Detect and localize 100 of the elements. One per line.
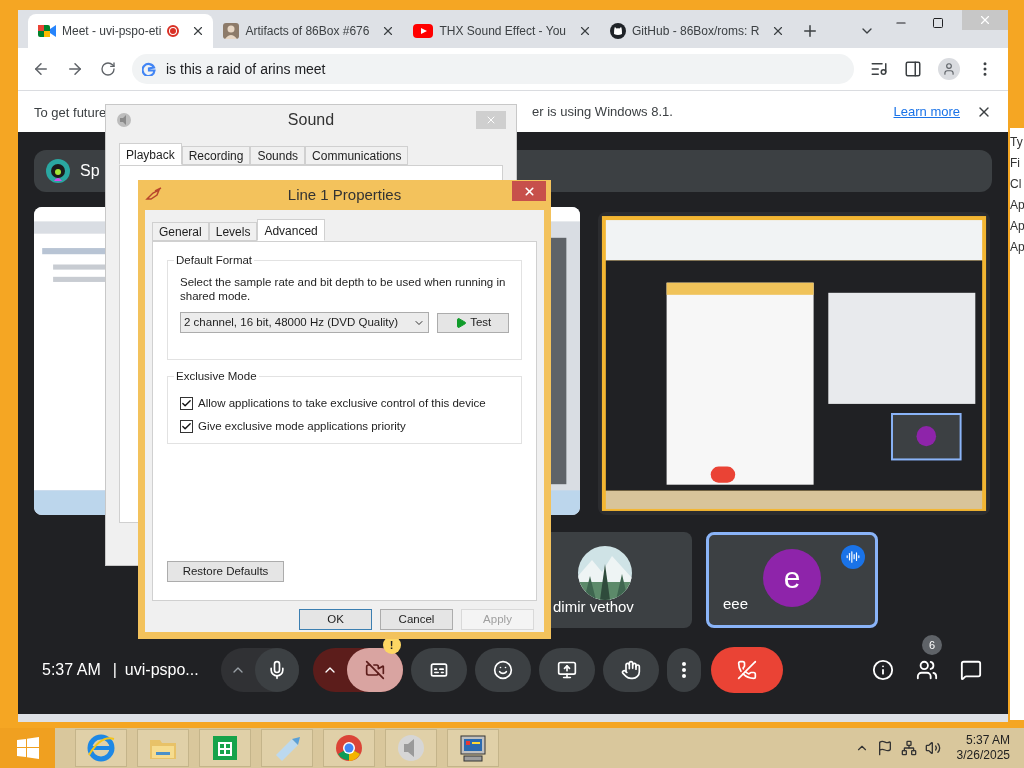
flag-icon[interactable] xyxy=(876,740,893,756)
browser-tab[interactable]: Meet - uvi-pspo-eti xyxy=(28,14,214,48)
taskbar-button[interactable] xyxy=(447,729,499,767)
info-message: er is using Windows 8.1. xyxy=(532,102,673,121)
dialog-tab[interactable]: Levels xyxy=(208,222,258,241)
checkbox-label: Allow applications to take exclusive control of this device xyxy=(198,396,486,411)
present-button[interactable] xyxy=(538,648,595,692)
people-icon[interactable] xyxy=(916,659,938,681)
separator: | xyxy=(112,660,117,680)
phone-icon xyxy=(736,660,757,680)
speaker-icon xyxy=(396,733,426,763)
chrome-icon xyxy=(334,733,364,763)
present-icon xyxy=(556,660,577,680)
more-icon xyxy=(681,662,686,678)
dialog-tab[interactable]: General xyxy=(152,222,209,241)
more-options-button[interactable] xyxy=(666,648,701,692)
dialog-tab[interactable]: Advanced xyxy=(257,219,325,241)
hand-icon xyxy=(620,660,641,680)
reload-icon[interactable] xyxy=(100,61,116,77)
checkbox[interactable] xyxy=(180,397,193,411)
participant-tile[interactable]: dimir vethov xyxy=(551,532,692,628)
taskbar-button[interactable] xyxy=(199,729,251,767)
format-dropdown[interactable]: 2 channel, 16 bit, 48000 Hz (DVD Quality) xyxy=(180,312,430,333)
menu-text: Ap xyxy=(1010,197,1024,214)
description-text: Select the sample rate and bit depth to be used when running in shared mode. xyxy=(180,275,507,303)
media-icon[interactable] xyxy=(870,60,888,78)
dialog-tab[interactable]: Recording xyxy=(181,146,251,165)
browser-tab[interactable]: THX Sound Effect - You xyxy=(403,14,600,48)
globe-icon xyxy=(86,733,116,763)
maximize-icon[interactable] xyxy=(932,17,944,29)
menu-text: Ty xyxy=(1010,134,1024,151)
window-title: Line 1 Properties xyxy=(287,184,402,205)
header-text: Sp xyxy=(80,161,100,181)
close-button[interactable] xyxy=(512,181,546,201)
raise-hand-button[interactable] xyxy=(602,648,659,692)
avatar-initial: e xyxy=(763,549,821,607)
dialog-tab[interactable]: Playback xyxy=(119,143,182,165)
close-icon xyxy=(522,184,536,198)
dialog-button[interactable]: OK xyxy=(299,609,372,630)
clock-date[interactable]: 3/26/2025 xyxy=(956,748,1010,763)
leave-call-button[interactable] xyxy=(710,647,783,693)
camera-icon xyxy=(38,24,56,38)
smile-icon xyxy=(492,660,513,680)
speaker-icon xyxy=(116,112,132,128)
close-icon xyxy=(485,114,497,126)
person-icon xyxy=(942,62,956,76)
camera-off-icon xyxy=(364,660,385,680)
network-icon[interactable] xyxy=(900,740,917,756)
checkbox-label: Give exclusive mode applications priority xyxy=(198,419,406,435)
emoji-button[interactable] xyxy=(474,648,531,692)
window-title: Sound xyxy=(287,110,335,130)
captions-icon xyxy=(428,660,449,680)
menu-text: Ap xyxy=(1010,218,1024,235)
dialog-button[interactable]: Cancel xyxy=(380,609,453,630)
checkbox[interactable] xyxy=(180,420,193,434)
count-badge: 6 xyxy=(922,635,942,655)
close-icon[interactable] xyxy=(578,24,592,38)
profile-button[interactable] xyxy=(938,58,960,80)
browser-tab[interactable]: Artifacts of 86Box #676 xyxy=(213,14,404,48)
info-icon[interactable] xyxy=(872,659,894,681)
camera-button[interactable] xyxy=(346,648,403,692)
mic-button[interactable] xyxy=(254,648,299,692)
windows-icon xyxy=(16,737,39,759)
restore-defaults-button[interactable]: Restore Defaults xyxy=(167,561,284,582)
dialog-tab[interactable]: Communications xyxy=(305,146,409,165)
menu-text: Fi xyxy=(1010,155,1021,172)
cat-icon xyxy=(610,23,626,39)
forward-icon[interactable] xyxy=(66,60,84,78)
participant-name: dimir vethov xyxy=(553,596,634,617)
person-icon xyxy=(223,23,240,39)
computer-icon xyxy=(458,733,488,763)
tab-title: THX Sound Effect - You xyxy=(439,23,566,40)
participant-name: eee xyxy=(723,593,749,614)
meeting-time: 5:37 AM xyxy=(42,660,101,680)
info-message: To get future xyxy=(34,104,107,120)
clock-time[interactable]: 5:37 AM xyxy=(965,733,1010,748)
menu-text: Ap xyxy=(1010,239,1024,256)
volume-icon[interactable] xyxy=(924,740,941,756)
taskbar-button[interactable] xyxy=(137,729,189,767)
browser-tab[interactable]: GitHub - 86Box/roms: R xyxy=(600,14,794,48)
back-icon[interactable] xyxy=(32,60,50,78)
address-bar[interactable]: is this a raid of arins meet xyxy=(132,54,854,84)
close-icon xyxy=(978,13,992,27)
test-button[interactable]: Test xyxy=(437,312,509,333)
taskbar-button[interactable] xyxy=(323,729,375,767)
play-icon xyxy=(413,24,434,38)
chat-icon[interactable] xyxy=(960,659,982,681)
meeting-code: uvi-pspo... xyxy=(124,660,199,680)
participant-tile[interactable]: e eee xyxy=(706,532,878,628)
play-icon xyxy=(455,316,468,329)
avatar-icon xyxy=(46,159,70,183)
side-panel-icon[interactable] xyxy=(904,60,922,78)
address-text: is this a raid of arins meet xyxy=(166,59,326,79)
start-button[interactable] xyxy=(0,728,55,768)
captions-button[interactable] xyxy=(410,648,467,692)
learn-more-link[interactable]: Learn more xyxy=(893,101,960,122)
tab-title: Meet - uvi-pspo-eti xyxy=(62,23,162,40)
tab-title: Artifacts of 86Box #676 xyxy=(245,23,370,40)
dialog-tab[interactable]: Sounds xyxy=(250,146,306,165)
menu-text: Cl xyxy=(1010,176,1023,193)
